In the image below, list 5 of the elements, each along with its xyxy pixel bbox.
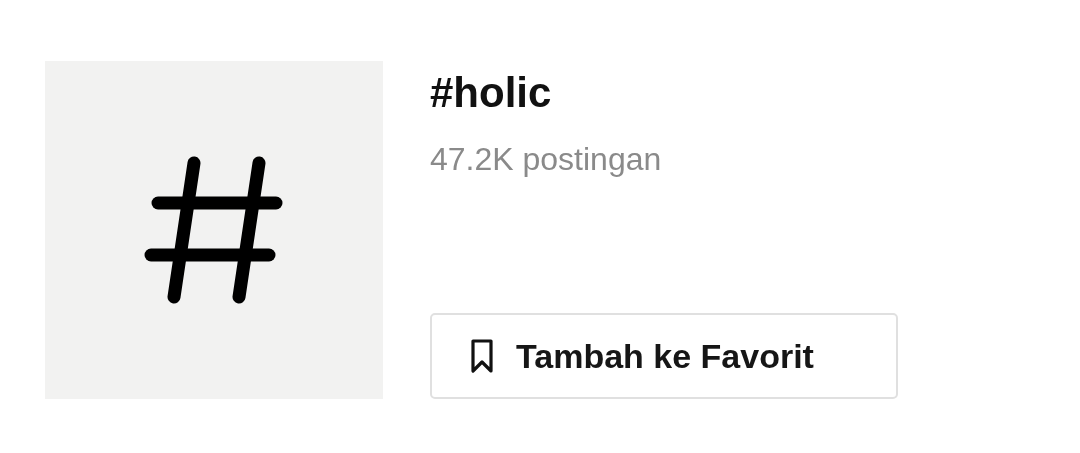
bookmark-icon: [470, 338, 494, 374]
hashtag-title: #holic: [430, 69, 553, 117]
hashtag-icon: [144, 155, 284, 305]
add-favorite-button[interactable]: Tambah ke Favorit: [430, 313, 898, 399]
post-count: 47.2K postingan: [430, 140, 663, 178]
